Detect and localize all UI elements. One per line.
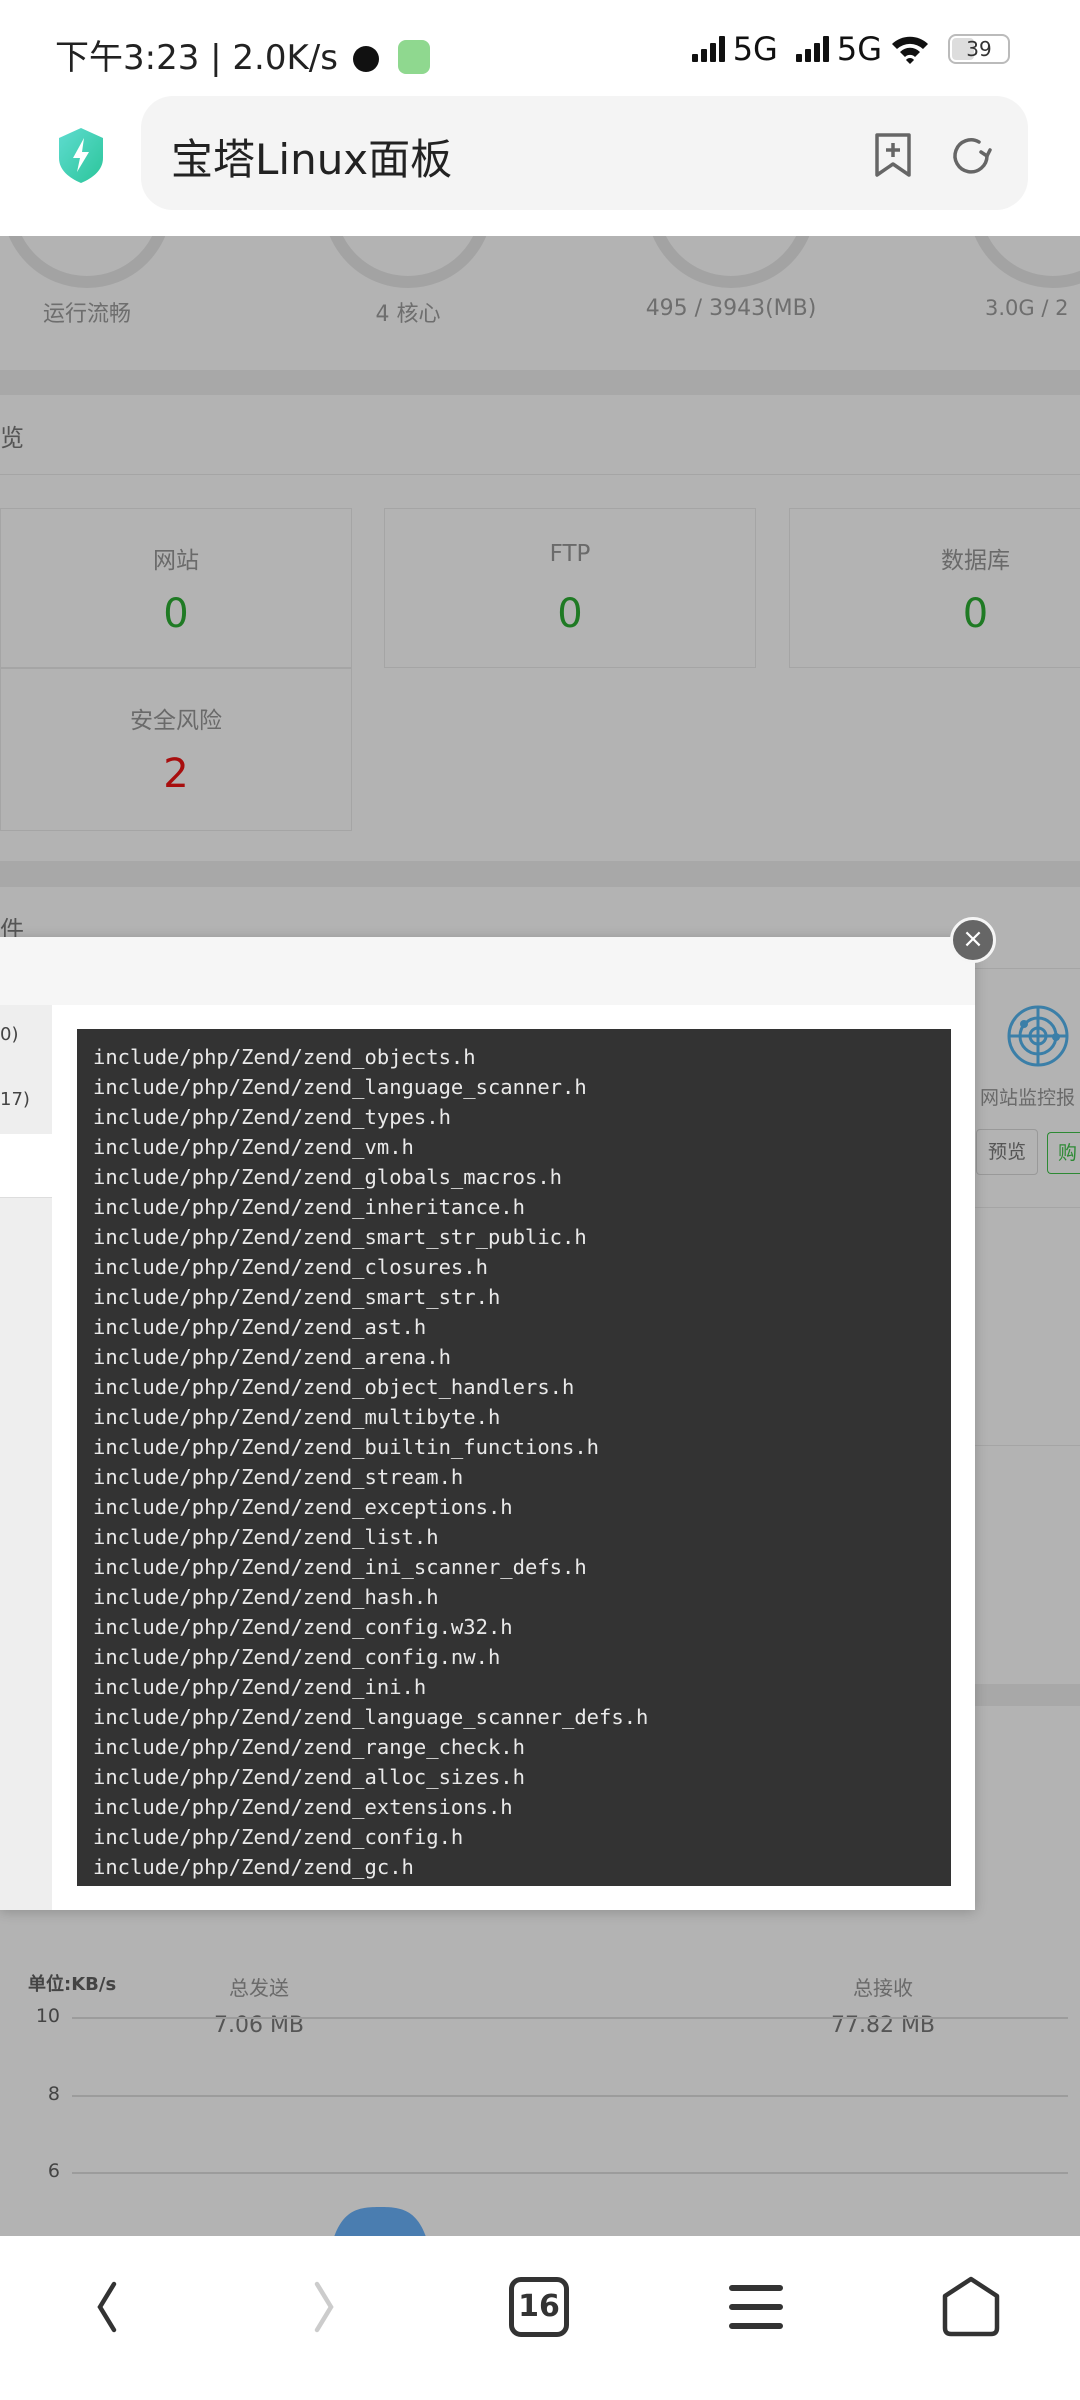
total-sent-label: 总发送 [229,1976,289,2000]
log-line: include/php/Zend/zend_config.nw.h [93,1645,501,1669]
overview-title: 览 [0,424,24,452]
status-time-speed: 下午3:23 | 2.0K/s [55,30,430,79]
traffic-area-series [334,2207,426,2237]
log-line: include/php/Zend/zend_globals_macros.h [93,1165,562,1189]
log-line: include/php/Zend/zend_closures.h [93,1255,488,1279]
log-line: include/php/Zend/zend_ini_scanner_defs.h [93,1555,587,1579]
log-line: include/php/Zend/zend_config.h [93,1825,464,1849]
log-line: include/php/Zend/zend_smart_str.h [93,1285,501,1309]
log-line: include/php/Zend/zend_ast.h [93,1315,427,1339]
video-call-icon [397,40,430,74]
log-line: include/php/Zend/zend_list.h [93,1525,439,1549]
divider [975,1207,1080,1208]
log-line: include/php/Zend/zend_alloc_sizes.h [93,1765,525,1789]
total-received-label: 总接收 [853,1976,913,2000]
gauge-label: 运行流畅 [42,302,131,327]
card-ftp[interactable]: FTP 0 [384,508,756,668]
refresh-icon[interactable] [949,134,993,178]
tabs-button[interactable]: 16 [489,2272,589,2342]
log-line: include/php/Zend/zend_arena.h [93,1345,451,1369]
log-line: include/php/Zend/zend_exceptions.h [93,1495,513,1519]
divider [975,968,1080,969]
install-log-output[interactable]: include/php/Zend/zend_objects.h include/p… [77,1029,951,1886]
log-line: include/php/Zend/zend_vm.h [93,1135,414,1159]
back-button[interactable] [57,2272,157,2342]
menu-button[interactable] [706,2272,806,2342]
gauge-label: 4 核心 [375,302,441,327]
chart-unit-label: 单位:KB/s [28,1974,117,1995]
left-item[interactable]: 0) [0,1024,18,1045]
browser-bottom-nav: 16 [0,2236,1080,2400]
close-dialog-button[interactable]: × [950,917,996,963]
battery-icon: 39 [948,34,1010,64]
forward-button[interactable] [274,2272,374,2342]
y-tick-label: 10 [35,2005,60,2027]
tabs-icon: 16 [509,2277,569,2337]
preview-button[interactable]: 预览 [976,1129,1038,1175]
log-line: include/php/Zend/zend_types.h [93,1105,451,1129]
signal-icon [691,36,725,62]
install-log-dialog: 0) 17) include/php/Zend/zend_objects.h in… [0,937,975,1910]
address-bar[interactable]: 宝塔Linux面板 [141,96,1028,210]
buy-button[interactable]: 购 [1047,1132,1080,1174]
log-line: include/php/Zend/zend_gc.h [93,1855,414,1879]
log-line: include/php/Zend/zend_language_scanner_d… [93,1705,649,1729]
divider [975,1445,1080,1446]
card-database[interactable]: 数据库 0 [789,508,1080,668]
home-icon [942,2276,1000,2337]
log-line: include/php/Zend/zend_smart_str_public.h [93,1225,587,1249]
card-security-risk[interactable]: 安全风险 2 [0,668,352,831]
log-line: include/php/Zend/zend_inheritance.h [93,1195,525,1219]
browser-top-bar: 下午3:23 | 2.0K/s 5G 5G 39 宝塔Linux面板 [0,0,1080,236]
log-line: include/php/Zend/zend_config.w32.h [93,1615,513,1639]
chart-gridline [72,2094,1068,2097]
log-line: include/php/Zend/zend_multibyte.h [93,1405,501,1429]
home-button[interactable] [921,2272,1021,2342]
chevron-right-icon [314,2281,334,2333]
signal-icon [795,36,829,62]
chevron-left-icon [97,2281,117,2333]
y-tick-label: 8 [47,2082,60,2105]
left-item[interactable]: 17) [0,1089,30,1110]
chart-gridline [72,2017,1068,2019]
dialog-left-panel [0,1198,52,1910]
y-tick-label: 6 [47,2160,60,2182]
log-line: include/php/Zend/zend_stream.h [93,1465,464,1489]
wifi-icon [892,36,928,64]
status-icons: 5G 5G 39 [691,30,1010,68]
page-title: 宝塔Linux面板 [171,135,453,184]
card-website[interactable]: 网站 0 [0,508,352,668]
plugin-name: 网站监控报 [980,1087,1076,1109]
log-line: include/php/Zend/zend_objects.h [93,1045,476,1069]
shield-icon[interactable] [57,126,105,184]
log-line: include/php/Zend/zend_extensions.h [93,1795,513,1819]
section-divider [0,370,1080,395]
gauge-label: 3.0G / 2 [985,296,1069,320]
log-line: include/php/Zend/zend_object_handlers.h [93,1375,575,1399]
divider [0,474,1080,475]
chart-gridline [72,2172,1068,2174]
add-bookmark-icon[interactable] [873,132,913,178]
log-line: include/php/Zend/zend_hash.h [93,1585,439,1609]
dialog-header [0,937,975,1005]
log-line: include/php/Zend/zend_range_check.h [93,1735,525,1759]
gauge-label: 495 / 3943(MB) [645,296,817,321]
section-divider [0,861,1080,887]
close-icon: × [962,924,984,954]
log-line: include/php/Zend/zend_language_scanner.h [93,1075,587,1099]
log-line: include/php/Zend/zend_builtin_functions.… [93,1435,600,1459]
menu-icon [729,2285,783,2329]
alarm-icon [352,46,379,72]
log-line: include/php/Zend/zend_ini.h [93,1675,427,1699]
radar-monitor-icon [1007,1005,1069,1067]
